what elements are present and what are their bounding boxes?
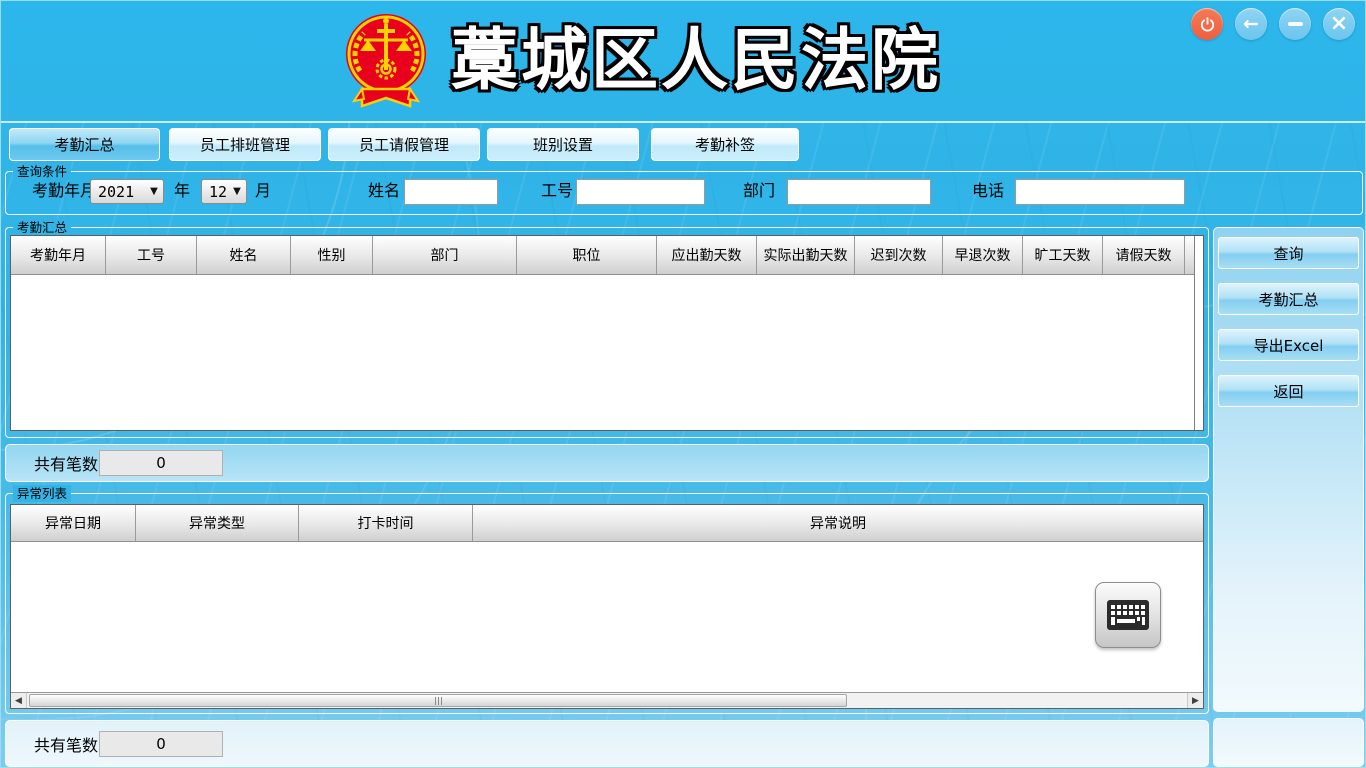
col-early-leave-count[interactable]: 早退次数 xyxy=(943,236,1023,274)
scroll-right-icon[interactable]: ▶ xyxy=(1187,693,1203,708)
page-title: 藁城区人民法院 xyxy=(451,11,941,111)
summary-group-label: 考勤汇总 xyxy=(13,219,71,236)
tab-attendance-summary[interactable]: 考勤汇总 xyxy=(9,128,160,161)
summary-count-panel: 共有笔数: 0 xyxy=(5,444,1209,482)
export-excel-button[interactable]: 导出Excel xyxy=(1218,329,1359,361)
header-divider xyxy=(1,121,1366,123)
col-gender[interactable]: 性别 xyxy=(291,236,373,274)
scrollbar-grip-icon xyxy=(435,697,442,705)
col-name[interactable]: 姓名 xyxy=(197,236,291,274)
summary-table-header: 考勤年月 工号 姓名 性别 部门 职位 应出勤天数 实际出勤天数 迟到次数 早退… xyxy=(11,236,1194,275)
department-input[interactable] xyxy=(787,179,931,205)
col-due-days[interactable]: 应出勤天数 xyxy=(657,236,757,274)
attendance-summary-button[interactable]: 考勤汇总 xyxy=(1218,283,1359,315)
return-button[interactable]: 返回 xyxy=(1218,375,1359,407)
sidebar-corner-panel xyxy=(1213,718,1364,767)
col-exception-date[interactable]: 异常日期 xyxy=(11,505,136,541)
court-emblem-icon xyxy=(344,9,428,111)
summary-count-label: 共有笔数: xyxy=(34,451,103,475)
exception-horizontal-scrollbar[interactable]: ◀ ▶ xyxy=(11,692,1203,708)
col-absent-days[interactable]: 旷工天数 xyxy=(1023,236,1103,274)
exception-count-label: 共有笔数: xyxy=(34,732,103,756)
window-controls: ← × xyxy=(1191,8,1355,40)
exception-table-body[interactable] xyxy=(11,542,1203,692)
phone-label: 电话 xyxy=(972,178,1004,204)
summary-table-body[interactable] xyxy=(11,275,1194,430)
col-employee-id[interactable]: 工号 xyxy=(106,236,197,274)
exception-group-label: 异常列表 xyxy=(13,485,71,502)
scrollbar-track[interactable] xyxy=(27,693,1187,708)
attendance-month-label: 考勤年月 xyxy=(32,178,96,204)
col-late-count[interactable]: 迟到次数 xyxy=(855,236,943,274)
name-input[interactable] xyxy=(404,179,498,205)
exception-table: 异常日期 异常类型 打卡时间 异常说明 xyxy=(10,504,1204,709)
employee-id-label: 工号 xyxy=(541,178,573,204)
chevron-down-icon: ▼ xyxy=(145,186,163,197)
tab-shift-settings[interactable]: 班别设置 xyxy=(487,128,639,161)
query-button[interactable]: 查询 xyxy=(1218,237,1359,269)
phone-input[interactable] xyxy=(1015,179,1185,205)
tab-leave-management[interactable]: 员工请假管理 xyxy=(328,128,480,161)
exception-list-group: 异常列表 异常日期 异常类型 打卡时间 异常说明 xyxy=(5,493,1209,714)
exception-count-panel: 共有笔数: 0 xyxy=(5,720,1209,767)
col-exception-type[interactable]: 异常类型 xyxy=(136,505,299,541)
scroll-left-icon[interactable]: ◀ xyxy=(11,693,27,708)
year-select-value: 2021 xyxy=(91,183,145,201)
tab-shift-management[interactable]: 员工排班管理 xyxy=(169,128,321,161)
scrollbar-thumb[interactable] xyxy=(29,694,847,707)
year-select[interactable]: 2021 ▼ xyxy=(90,179,164,204)
minimize-icon[interactable] xyxy=(1279,8,1311,40)
year-unit-label: 年 xyxy=(174,178,190,204)
app-window: 藁城区人民法院 ← × 考勤汇总 员工排班管理 员工请假管理 班别设置 考勤补签… xyxy=(0,0,1366,768)
chevron-down-icon: ▼ xyxy=(228,186,246,197)
employee-id-input[interactable] xyxy=(576,179,705,205)
close-icon[interactable]: × xyxy=(1323,8,1355,40)
keyboard-icon[interactable] xyxy=(1095,582,1161,648)
query-conditions-group: 查询条件 考勤年月 2021 ▼ 年 12 ▼ 月 姓名 工号 部门 电话 xyxy=(5,171,1363,215)
tab-attendance-makeup[interactable]: 考勤补签 xyxy=(651,128,799,161)
app-header: 藁城区人民法院 ← × xyxy=(1,1,1366,121)
exception-count-value: 0 xyxy=(99,731,223,757)
exception-table-header: 异常日期 异常类型 打卡时间 异常说明 xyxy=(11,505,1203,542)
month-select[interactable]: 12 ▼ xyxy=(201,179,247,204)
month-unit-label: 月 xyxy=(255,178,271,204)
col-actual-days[interactable]: 实际出勤天数 xyxy=(757,236,855,274)
action-sidebar: 查询 考勤汇总 导出Excel 返回 xyxy=(1213,227,1364,712)
power-icon[interactable] xyxy=(1191,8,1223,40)
summary-count-value: 0 xyxy=(99,450,223,476)
name-label: 姓名 xyxy=(368,178,400,204)
col-exception-description[interactable]: 异常说明 xyxy=(473,505,1203,541)
col-leave-days[interactable]: 请假天数 xyxy=(1103,236,1185,274)
month-select-value: 12 xyxy=(202,183,228,201)
col-punch-time[interactable]: 打卡时间 xyxy=(299,505,473,541)
summary-vertical-scrollbar[interactable] xyxy=(1194,236,1203,430)
col-department[interactable]: 部门 xyxy=(373,236,517,274)
col-position[interactable]: 职位 xyxy=(517,236,657,274)
attendance-summary-group: 考勤汇总 考勤年月 工号 姓名 性别 部门 职位 应出勤天数 实际出勤天数 迟到… xyxy=(5,227,1209,438)
minimize-glyph xyxy=(1288,22,1303,26)
close-glyph: × xyxy=(1330,13,1348,35)
back-glyph: ← xyxy=(1243,15,1259,34)
attendance-summary-table: 考勤年月 工号 姓名 性别 部门 职位 应出勤天数 实际出勤天数 迟到次数 早退… xyxy=(10,235,1204,431)
col-attendance-month[interactable]: 考勤年月 xyxy=(11,236,106,274)
department-label: 部门 xyxy=(743,178,775,204)
col-filler xyxy=(1185,236,1194,274)
back-arrow-icon[interactable]: ← xyxy=(1235,8,1267,40)
